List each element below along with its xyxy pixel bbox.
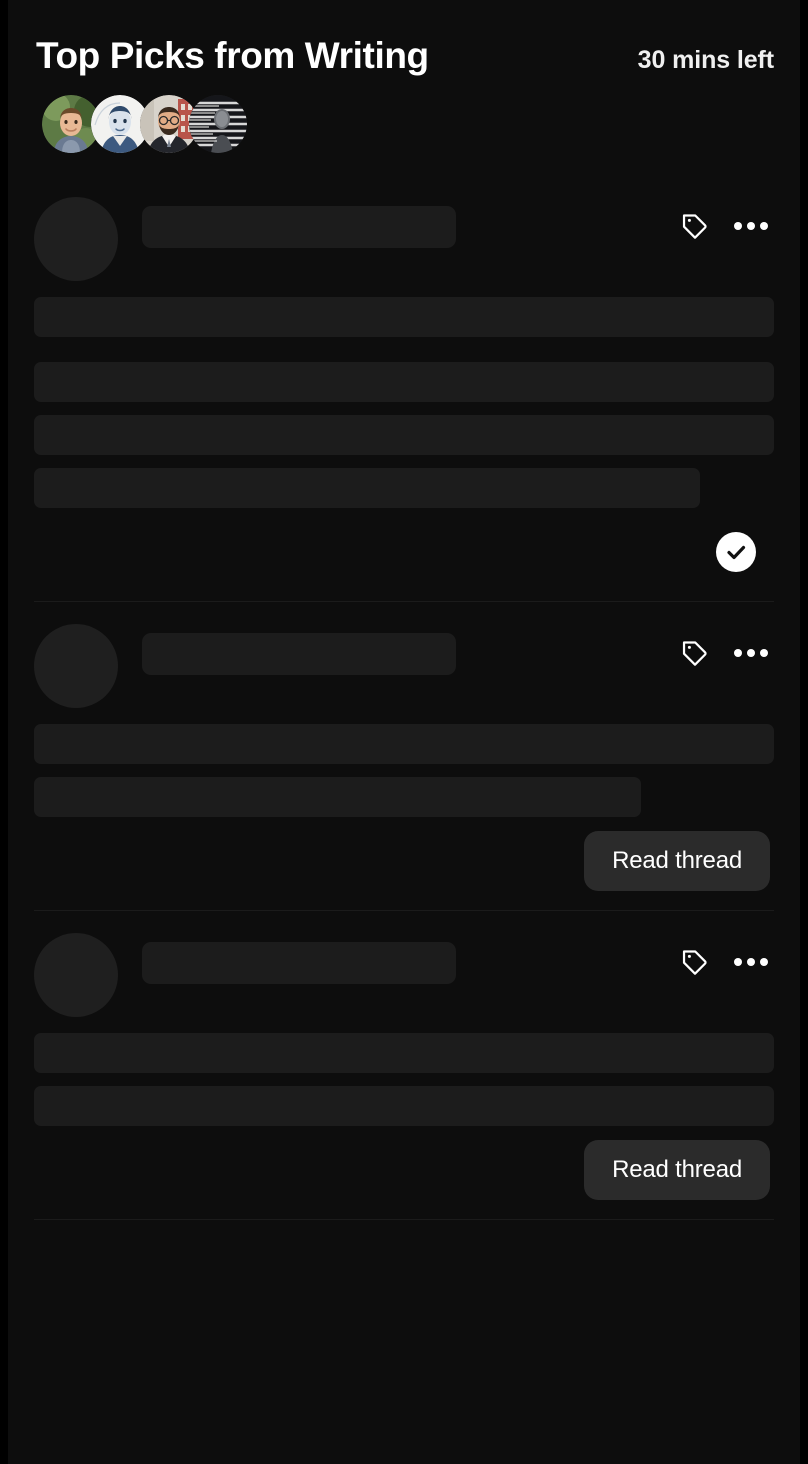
check-icon-glyph (727, 545, 746, 559)
thread-card-actions (678, 197, 774, 243)
thread-card[interactable]: Read thread (8, 911, 800, 1219)
content-line-placeholder (34, 361, 774, 402)
tag-icon-glyph (682, 641, 707, 666)
time-left-label: 30 mins left (637, 46, 774, 74)
more-horizontal-icon-glyph (734, 957, 768, 966)
app-frame: Top Picks from Writing 30 mins left Read… (8, 0, 800, 1464)
page-header: Top Picks from Writing 30 mins left (8, 0, 800, 153)
thread-card-actions (678, 624, 774, 670)
author-name-placeholder (142, 205, 456, 248)
content-line-placeholder (34, 467, 700, 508)
more-horizontal-icon-glyph (734, 648, 768, 657)
author-avatar-placeholder (34, 196, 118, 281)
tag-icon[interactable] (678, 209, 712, 243)
thread-card[interactable]: Read thread (8, 602, 800, 910)
author-name-placeholder (142, 632, 456, 675)
content-line-placeholder (34, 1085, 774, 1126)
thread-card-actions (678, 933, 774, 979)
thread-card-header (34, 175, 774, 281)
more-horizontal-icon-glyph (734, 221, 768, 230)
avatar-person-4-image (189, 94, 247, 153)
content-line-placeholder (34, 1032, 774, 1073)
more-horizontal-icon[interactable] (734, 209, 768, 243)
header-title-row: Top Picks from Writing 30 mins left (36, 35, 774, 77)
author-name-placeholder (142, 941, 456, 984)
thread-feed: Read thread Read thread (8, 175, 800, 1390)
author-avatar-placeholder (34, 623, 118, 708)
content-line-placeholder (34, 723, 774, 764)
page-title: Top Picks from Writing (36, 35, 429, 76)
check-circle-icon[interactable] (716, 531, 756, 572)
tag-icon[interactable] (678, 636, 712, 670)
more-horizontal-icon[interactable] (734, 945, 768, 979)
tag-icon[interactable] (678, 945, 712, 979)
tag-icon-glyph (682, 950, 707, 975)
author-avatar-placeholder (34, 932, 118, 1017)
more-horizontal-icon[interactable] (734, 636, 768, 670)
thread-card[interactable] (8, 175, 800, 601)
thread-card-header (34, 911, 774, 1017)
avatar-person-4[interactable] (189, 94, 247, 153)
thread-card-header (34, 602, 774, 708)
thread-card-footer: Read thread (34, 1139, 774, 1201)
content-line-placeholder (34, 414, 774, 455)
tag-icon-glyph (682, 214, 707, 239)
content-line-placeholder (34, 776, 641, 817)
thread-content-placeholder (34, 1017, 774, 1126)
thread-card-footer (34, 521, 774, 583)
thread-card-footer: Read thread (34, 830, 774, 892)
thread-content-placeholder (34, 708, 774, 817)
read-thread-button[interactable]: Read thread (584, 1139, 770, 1200)
content-line-placeholder (34, 296, 774, 337)
read-thread-button[interactable]: Read thread (584, 830, 770, 891)
avatar-stack (42, 94, 774, 153)
thread-content-placeholder (34, 281, 774, 508)
feed-bottom-spacer (8, 1220, 800, 1390)
